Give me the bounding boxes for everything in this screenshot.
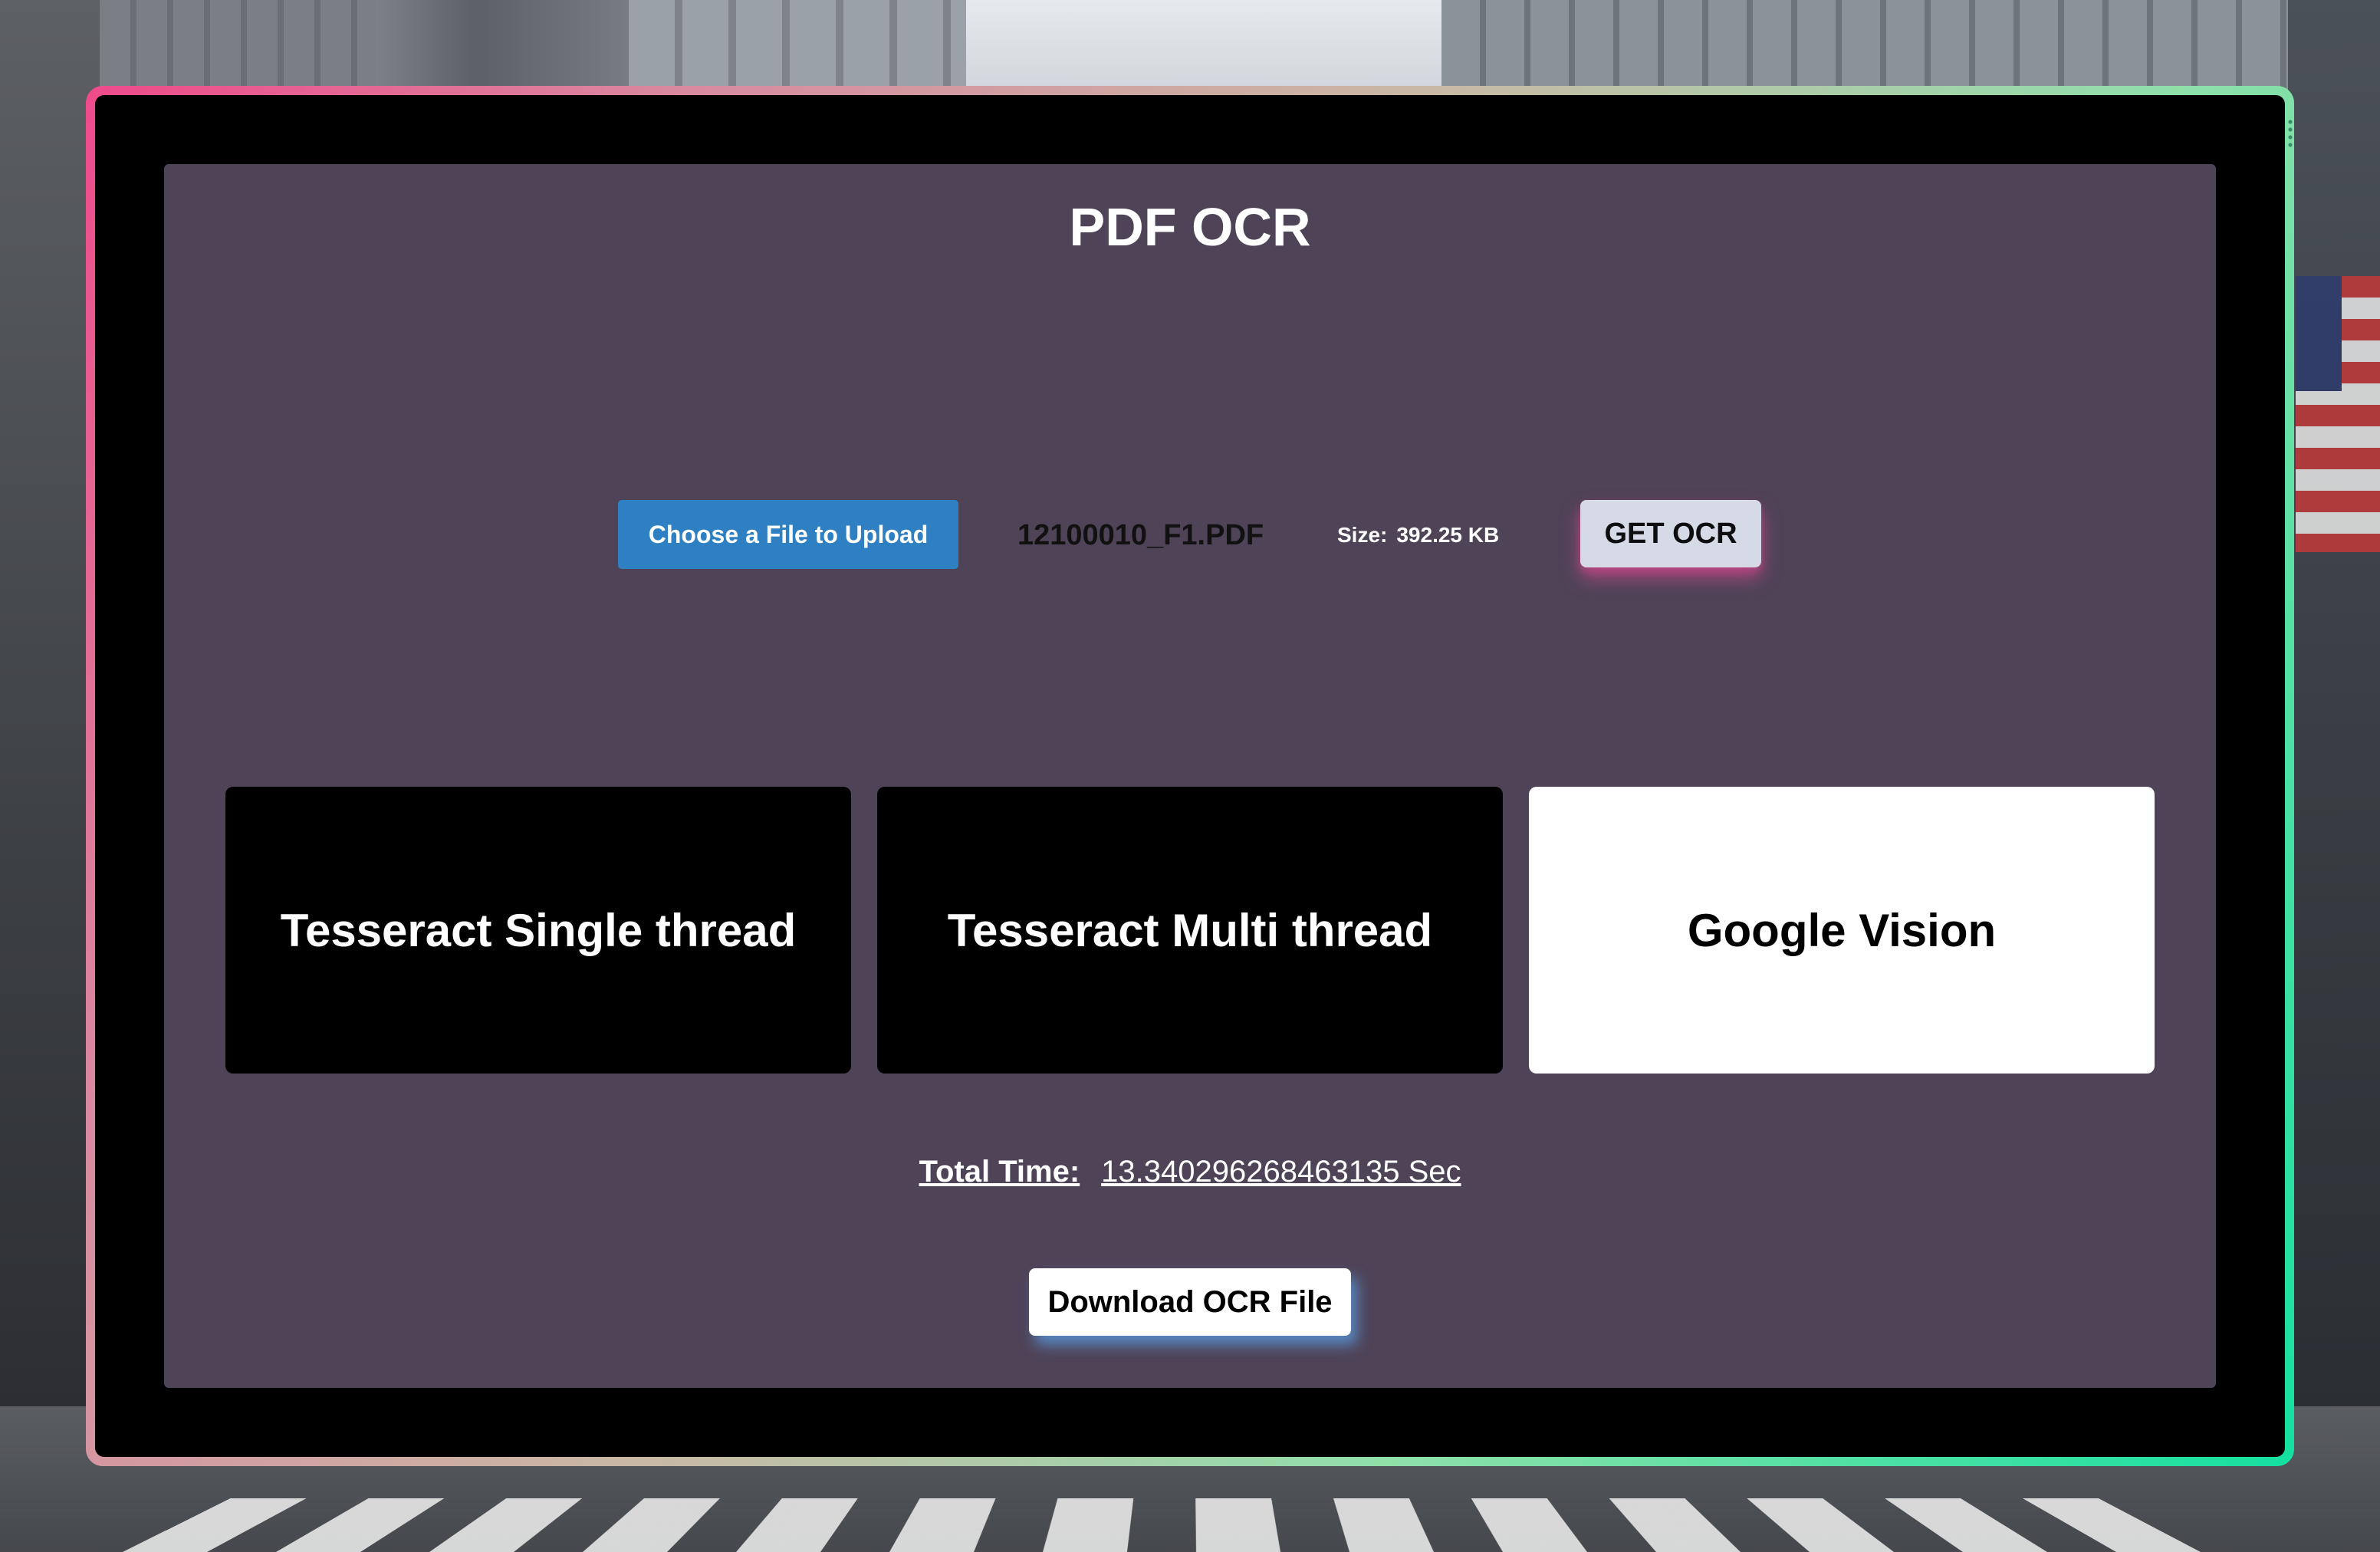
choose-file-button[interactable]: Choose a File to Upload: [618, 500, 958, 569]
total-time-value: 13.340296268463135 Sec: [1101, 1155, 1461, 1189]
file-size-label: Size:: [1337, 523, 1387, 547]
window-frame: PDF OCR Choose a File to Upload 12100010…: [86, 86, 2294, 1466]
engine-card-google-vision[interactable]: Google Vision: [1529, 787, 2155, 1074]
background-building-right: [1441, 0, 2380, 100]
total-time: Total Time: 13.340296268463135 Sec: [164, 1155, 2216, 1189]
download-ocr-button[interactable]: Download OCR File: [1029, 1268, 1351, 1336]
upload-row: Choose a File to Upload 12100010_F1.PDF …: [164, 500, 2216, 569]
engine-card-label: Tesseract Single thread: [281, 904, 796, 957]
engine-card-label: Tesseract Multi thread: [948, 904, 1432, 957]
ocr-panel: PDF OCR Choose a File to Upload 12100010…: [164, 164, 2216, 1388]
background-flag: [2296, 276, 2380, 552]
engine-card-label: Google Vision: [1688, 904, 1996, 957]
selected-file-name: 12100010_F1.PDF: [1017, 500, 1264, 569]
background-building-far-right: [2288, 0, 2380, 1411]
background-building-middle: [629, 0, 966, 100]
background-sky: [966, 0, 1457, 100]
background-building-left: [0, 0, 100, 1411]
window-resize-handle[interactable]: [2288, 118, 2293, 149]
total-time-label: Total Time:: [919, 1155, 1080, 1189]
file-size: Size: 392.25 KB: [1337, 500, 1499, 569]
app-window: PDF OCR Choose a File to Upload 12100010…: [95, 95, 2285, 1457]
page-title: PDF OCR: [164, 196, 2216, 258]
engine-card-tesseract-single[interactable]: Tesseract Single thread: [225, 787, 851, 1074]
get-ocr-button[interactable]: GET OCR: [1580, 500, 1761, 567]
file-size-value: 392.25 KB: [1396, 523, 1499, 547]
engine-card-tesseract-multi[interactable]: Tesseract Multi thread: [877, 787, 1503, 1074]
background-crosswalk: [123, 1498, 2257, 1552]
